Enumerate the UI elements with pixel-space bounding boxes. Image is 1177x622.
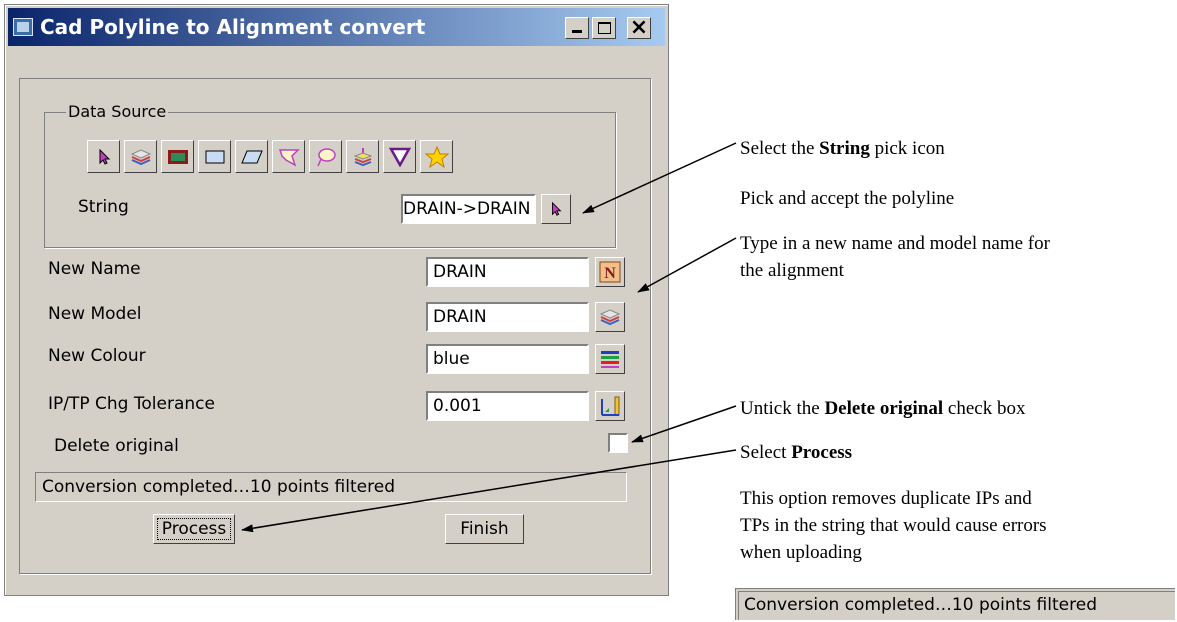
arrow-type-name	[637, 237, 737, 293]
callout-arrows	[241, 142, 737, 533]
arrow-untick	[631, 405, 737, 443]
arrow-process	[241, 449, 737, 533]
arrow-select-string	[582, 142, 737, 214]
